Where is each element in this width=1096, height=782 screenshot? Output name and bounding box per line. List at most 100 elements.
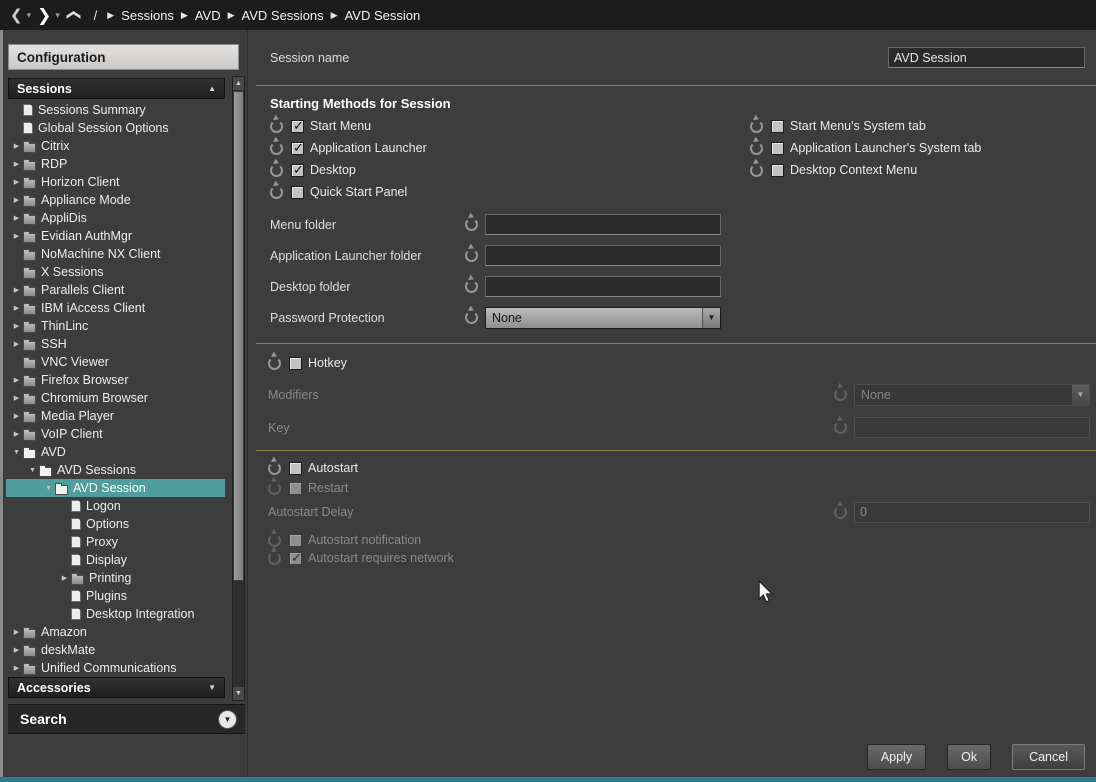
- expand-icon[interactable]: [10, 142, 23, 150]
- scroll-up-button[interactable]: [233, 77, 244, 90]
- breadcrumb-item[interactable]: AVD Session: [345, 8, 421, 23]
- scroll-down-button[interactable]: [233, 687, 244, 700]
- expand-icon[interactable]: [58, 574, 71, 582]
- tree-item-plugins[interactable]: Plugins: [6, 587, 225, 605]
- tree-item-deskmate[interactable]: deskMate: [6, 641, 225, 659]
- collapse-icon[interactable]: [10, 449, 23, 456]
- tree-item-chromium-browser[interactable]: Chromium Browser: [6, 389, 225, 407]
- expand-icon[interactable]: [10, 232, 23, 240]
- sidebar-scrollbar[interactable]: [232, 76, 245, 701]
- desktop-checkbox[interactable]: [291, 164, 304, 177]
- cancel-button[interactable]: Cancel: [1012, 744, 1085, 770]
- autostart-checkbox[interactable]: [289, 462, 302, 475]
- application-launcher-folder-input[interactable]: [485, 245, 721, 266]
- up-icon[interactable]: [65, 9, 79, 21]
- tree-item-printing[interactable]: Printing: [6, 569, 225, 587]
- expand-section-icon[interactable]: [208, 683, 216, 692]
- tree-item-thinlinc[interactable]: ThinLinc: [6, 317, 225, 335]
- menu-folder-input[interactable]: [485, 214, 721, 235]
- tree-item-desktop-integration[interactable]: Desktop Integration: [6, 605, 225, 623]
- expand-icon[interactable]: [10, 394, 23, 402]
- application-launcher-s-system-tab-checkbox[interactable]: [771, 142, 784, 155]
- tree-item-horizon-client[interactable]: Horizon Client: [6, 173, 225, 191]
- quick-start-panel-checkbox[interactable]: [291, 186, 304, 199]
- breadcrumb-item[interactable]: Sessions: [121, 8, 174, 23]
- reset-icon[interactable]: [270, 120, 283, 133]
- ok-button[interactable]: Ok: [947, 744, 991, 770]
- tree-item-x-sessions[interactable]: X Sessions: [6, 263, 225, 281]
- search-expand-button[interactable]: [218, 710, 237, 729]
- desktop-context-menu-checkbox[interactable]: [771, 164, 784, 177]
- breadcrumb-item[interactable]: AVD Sessions: [242, 8, 324, 23]
- tree-item-parallels-client[interactable]: Parallels Client: [6, 281, 225, 299]
- reset-icon[interactable]: [465, 280, 478, 293]
- tree-item-ssh[interactable]: SSH: [6, 335, 225, 353]
- collapse-icon[interactable]: [26, 467, 39, 474]
- expand-icon[interactable]: [10, 646, 23, 654]
- reset-icon[interactable]: [834, 388, 847, 401]
- password-protection-select[interactable]: None: [485, 307, 721, 329]
- scrollbar-thumb[interactable]: [233, 91, 244, 581]
- tree-item-proxy[interactable]: Proxy: [6, 533, 225, 551]
- tree-item-global-session-options[interactable]: Global Session Options: [6, 119, 225, 137]
- reset-icon[interactable]: [268, 482, 281, 495]
- reset-icon[interactable]: [834, 506, 847, 519]
- tree-item-sessions-summary[interactable]: Sessions Summary: [6, 101, 225, 119]
- reset-icon[interactable]: [750, 142, 763, 155]
- reset-icon[interactable]: [270, 186, 283, 199]
- breadcrumb-item[interactable]: AVD: [195, 8, 221, 23]
- sidebar-section-accessories[interactable]: Accessories: [8, 677, 225, 698]
- expand-icon[interactable]: [10, 178, 23, 186]
- tree-item-firefox-browser[interactable]: Firefox Browser: [6, 371, 225, 389]
- expand-icon[interactable]: [10, 286, 23, 294]
- back-dropdown-icon[interactable]: [27, 10, 32, 21]
- scrollbar-track[interactable]: [233, 90, 244, 687]
- expand-icon[interactable]: [10, 340, 23, 348]
- expand-icon[interactable]: [10, 376, 23, 384]
- reset-icon[interactable]: [270, 164, 283, 177]
- expand-icon[interactable]: [10, 412, 23, 420]
- reset-icon[interactable]: [268, 462, 281, 475]
- start-menu-s-system-tab-checkbox[interactable]: [771, 120, 784, 133]
- expand-icon[interactable]: [10, 664, 23, 672]
- reset-icon[interactable]: [750, 120, 763, 133]
- tree-item-avd-session[interactable]: AVD Session: [6, 479, 225, 497]
- tree-item-avd-sessions[interactable]: AVD Sessions: [6, 461, 225, 479]
- reset-icon[interactable]: [465, 311, 478, 324]
- reset-icon[interactable]: [465, 218, 478, 231]
- tree-item-evidian-authmgr[interactable]: Evidian AuthMgr: [6, 227, 225, 245]
- tree-item-logon[interactable]: Logon: [6, 497, 225, 515]
- reset-icon[interactable]: [270, 142, 283, 155]
- expand-icon[interactable]: [10, 304, 23, 312]
- tree-item-ibm-iaccess-client[interactable]: IBM iAccess Client: [6, 299, 225, 317]
- tree-item-display[interactable]: Display: [6, 551, 225, 569]
- start-menu-checkbox[interactable]: [291, 120, 304, 133]
- reset-icon[interactable]: [268, 357, 281, 370]
- reset-icon[interactable]: [750, 164, 763, 177]
- tree-item-nomachine-nx-client[interactable]: NoMachine NX Client: [6, 245, 225, 263]
- expand-icon[interactable]: [10, 628, 23, 636]
- tree-item-unified-communications[interactable]: Unified Communications: [6, 659, 225, 677]
- session-name-input[interactable]: [888, 47, 1085, 68]
- forward-dropdown-icon[interactable]: [55, 10, 60, 21]
- expand-icon[interactable]: [10, 214, 23, 222]
- collapse-icon[interactable]: [42, 485, 55, 492]
- reset-icon[interactable]: [834, 421, 847, 434]
- desktop-folder-input[interactable]: [485, 276, 721, 297]
- tree-item-citrix[interactable]: Citrix: [6, 137, 225, 155]
- expand-icon[interactable]: [10, 322, 23, 330]
- reset-icon[interactable]: [268, 552, 281, 565]
- forward-icon[interactable]: [37, 7, 51, 24]
- tree-item-vnc-viewer[interactable]: VNC Viewer: [6, 353, 225, 371]
- tree-item-applidis[interactable]: AppliDis: [6, 209, 225, 227]
- tree-item-options[interactable]: Options: [6, 515, 225, 533]
- tree-item-rdp[interactable]: RDP: [6, 155, 225, 173]
- sidebar-section-sessions[interactable]: Sessions: [8, 78, 225, 99]
- back-icon[interactable]: [10, 8, 23, 23]
- collapse-section-icon[interactable]: [208, 84, 216, 93]
- tree-item-avd[interactable]: AVD: [6, 443, 225, 461]
- tree-item-appliance-mode[interactable]: Appliance Mode: [6, 191, 225, 209]
- dropdown-arrow-button[interactable]: [702, 308, 720, 328]
- tree-item-media-player[interactable]: Media Player: [6, 407, 225, 425]
- reset-icon[interactable]: [465, 249, 478, 262]
